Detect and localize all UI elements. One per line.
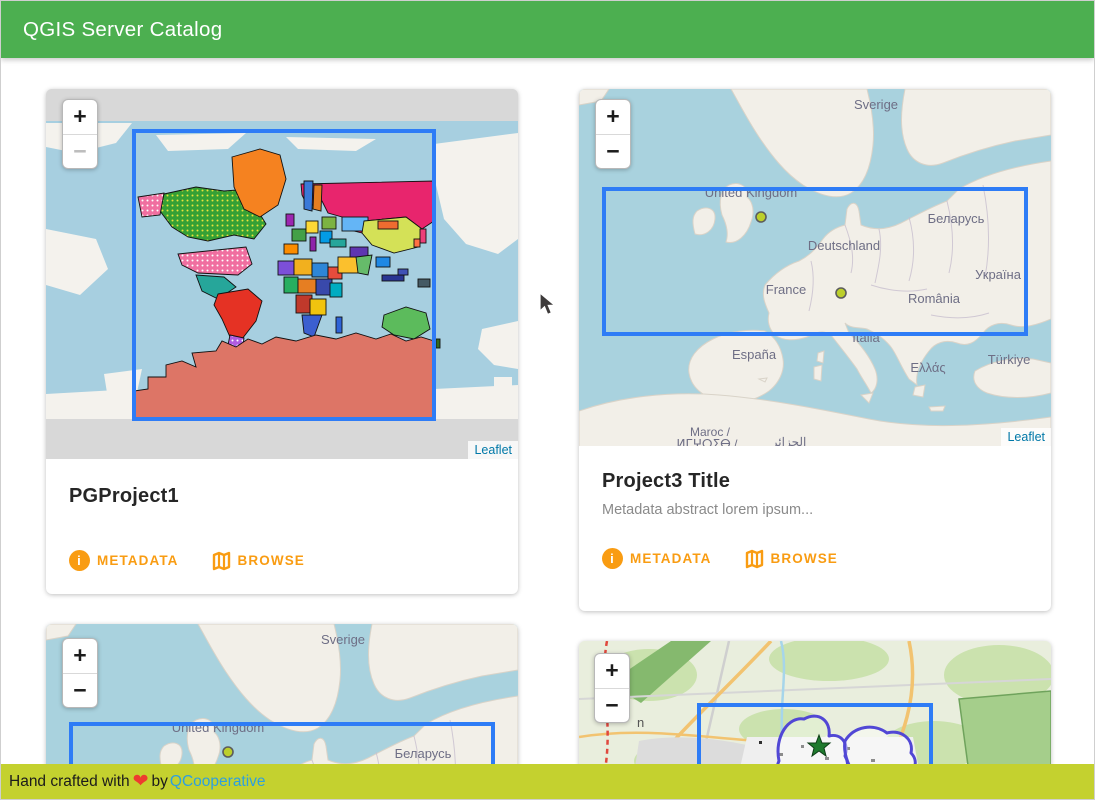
- zoom-out-button[interactable]: −: [63, 134, 97, 168]
- zoom-in-button[interactable]: +: [596, 100, 630, 134]
- map-marker[interactable]: [836, 288, 846, 298]
- zoom-control: + −: [594, 653, 630, 723]
- info-icon: i: [69, 550, 90, 571]
- zoom-in-button[interactable]: +: [63, 100, 97, 134]
- partial-place-label: n: [637, 715, 644, 730]
- svg-text:Sverige: Sverige: [854, 97, 898, 112]
- project-abstract: Metadata abstract lorem ipsum...: [602, 502, 1028, 518]
- catalog-column-left: + − Leaflet PGProject1 i METADATA: [46, 89, 518, 766]
- project-title: PGProject1: [69, 485, 495, 508]
- footer-by: by: [152, 773, 168, 791]
- svg-text:France: France: [766, 282, 806, 297]
- metadata-label: METADATA: [630, 551, 712, 566]
- browse-button[interactable]: BROWSE: [211, 551, 305, 571]
- svg-text:Deutschland: Deutschland: [808, 238, 880, 253]
- svg-text:Türkiye: Türkiye: [988, 352, 1031, 367]
- browse-label: BROWSE: [771, 551, 838, 566]
- info-icon: i: [602, 548, 623, 569]
- zoom-control: + −: [595, 99, 631, 169]
- qgis-server-catalog-page: QGIS Server Catalog: [0, 0, 1095, 800]
- zoom-in-button[interactable]: +: [63, 639, 97, 673]
- project-card-pgproject1: + − Leaflet PGProject1 i METADATA: [46, 89, 518, 594]
- card-body: Project3 Title Metadata abstract lorem i…: [579, 446, 1051, 569]
- project-title: Project3 Title: [602, 470, 1028, 493]
- browse-label: BROWSE: [238, 553, 305, 568]
- project-card-bottom-left: + −: [46, 624, 518, 766]
- svg-text:Україна: Україна: [975, 267, 1022, 282]
- svg-text:الجزائر: الجزائر: [771, 435, 807, 446]
- browse-button[interactable]: BROWSE: [744, 549, 838, 569]
- svg-text:Беларусь: Беларусь: [928, 211, 985, 226]
- map-preview-pgproject1[interactable]: + − Leaflet: [46, 89, 518, 459]
- map-preview-bottom-left[interactable]: + −: [46, 624, 518, 766]
- catalog-column-right: Sverige United Kingdom Беларусь Deutschl…: [579, 89, 1051, 766]
- project-card-project3: Sverige United Kingdom Беларусь Deutschl…: [579, 89, 1051, 611]
- metadata-label: METADATA: [97, 553, 179, 568]
- map-preview-project3[interactable]: Sverige United Kingdom Беларусь Deutschl…: [579, 89, 1051, 446]
- metadata-button[interactable]: i METADATA: [69, 550, 179, 571]
- map-marker[interactable]: [756, 212, 766, 222]
- page-title: QGIS Server Catalog: [23, 18, 222, 42]
- qcooperative-link[interactable]: QCooperative: [170, 773, 266, 791]
- app-footer: Hand crafted with ❤ by QCooperative: [1, 764, 1094, 799]
- map-icon: [744, 549, 764, 569]
- zoom-out-button[interactable]: −: [63, 673, 97, 707]
- map-icon: [211, 551, 231, 571]
- world-map-tiles: [46, 89, 518, 459]
- card-body: PGProject1 i METADATA BROWSE: [46, 459, 518, 571]
- metadata-button[interactable]: i METADATA: [602, 548, 712, 569]
- svg-text:España: España: [732, 347, 777, 362]
- card-actions: i METADATA BROWSE: [69, 550, 495, 571]
- leaflet-attribution-link[interactable]: Leaflet: [468, 441, 518, 459]
- project-card-bottom-right: n + −: [579, 641, 1051, 766]
- leaflet-attribution-link[interactable]: Leaflet: [1001, 428, 1051, 446]
- zoom-out-button[interactable]: −: [595, 688, 629, 722]
- svg-text:Ελλάς: Ελλάς: [910, 360, 945, 375]
- zoom-control: + −: [62, 99, 98, 169]
- map-preview-bottom-right[interactable]: n + −: [579, 641, 1051, 766]
- zoom-out-button[interactable]: −: [596, 134, 630, 168]
- footer-text: Hand crafted with: [9, 773, 130, 791]
- heart-icon: ❤: [133, 772, 149, 791]
- catalog-grid: + − Leaflet PGProject1 i METADATA: [1, 58, 1094, 766]
- local-map-tiles: n: [579, 641, 1051, 766]
- zoom-control: + −: [62, 638, 98, 708]
- app-header: QGIS Server Catalog: [1, 1, 1094, 58]
- europe-map-tiles: [46, 624, 518, 766]
- zoom-in-button[interactable]: +: [595, 654, 629, 688]
- svg-text:România: România: [908, 291, 961, 306]
- card-actions: i METADATA BROWSE: [602, 548, 1028, 569]
- svg-text:ⵍⵎⵖⵔⵉⴱ /: ⵍⵎⵖⵔⵉⴱ /: [676, 437, 738, 446]
- europe-map-tiles: Sverige United Kingdom Беларусь Deutschl…: [579, 89, 1051, 446]
